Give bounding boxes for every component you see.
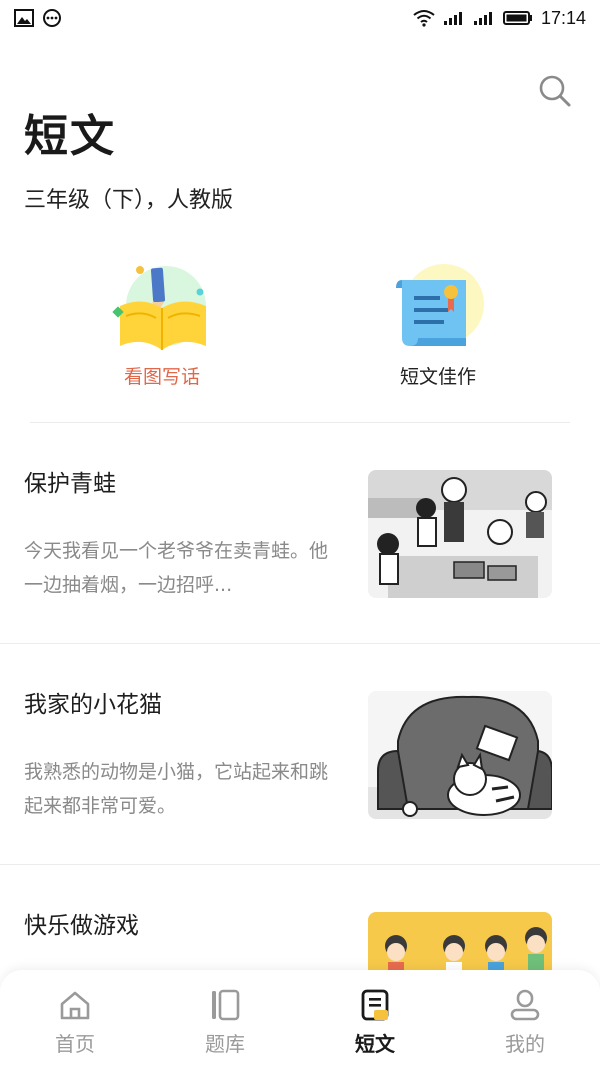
page-title: 短文 <box>24 111 116 162</box>
divider <box>0 643 600 644</box>
frog-market-illustration <box>368 470 552 598</box>
divider <box>0 864 600 865</box>
article-title: 我家的小花猫 <box>24 692 162 718</box>
article-title: 保护青蛙 <box>24 471 116 497</box>
category-picture-writing[interactable]: 看图写话 <box>102 262 222 389</box>
nav-label: 我的 <box>505 1032 545 1056</box>
nav-label: 题库 <box>205 1032 245 1056</box>
home-icon <box>60 991 90 1020</box>
nav-question-bank[interactable]: 题库 <box>150 970 300 1067</box>
article-item[interactable]: 我家的小花猫 我熟悉的动物是小猫，它站起来和跳起来都非常可爱。 <box>0 645 600 865</box>
signal-icon-1 <box>443 12 462 25</box>
article-excerpt: 我熟悉的动物是小猫，它站起来和跳起来都非常可爱。 <box>24 761 329 817</box>
article-item[interactable]: 保护青蛙 今天我看见一个老爷爷在卖青蛙。他一边抽着烟，一边招呼... <box>0 424 600 644</box>
question-bank-icon <box>212 989 240 1021</box>
category-label: 短文佳作 <box>399 366 476 388</box>
scroll-medal-icon <box>396 264 484 346</box>
article-thumbnail <box>368 691 552 819</box>
profile-icon <box>510 989 540 1021</box>
nav-label: 短文 <box>355 1032 395 1056</box>
category-label: 看图写话 <box>123 366 200 388</box>
grade-selector[interactable]: 三年级（下），人教版 <box>24 182 233 214</box>
image-notification-icon <box>14 9 34 27</box>
divider <box>30 422 570 423</box>
essay-icon <box>361 989 389 1021</box>
more-notification-icon <box>43 9 61 27</box>
cat-on-sofa-illustration <box>368 691 552 819</box>
battery-icon <box>502 11 532 25</box>
article-thumbnail <box>368 470 552 598</box>
article-title: 快乐做游戏 <box>24 913 139 939</box>
category-essay-works[interactable]: 短文佳作 <box>378 262 498 389</box>
status-right: 17:14 <box>413 8 586 29</box>
nav-label: 首页 <box>55 1032 95 1056</box>
nav-profile[interactable]: 我的 <box>450 970 600 1067</box>
status-bar: 17:14 <box>0 0 600 36</box>
wifi-icon <box>413 10 435 27</box>
article-excerpt: 今天我看见一个老爷爷在卖青蛙。他一边抽着烟，一边招呼... <box>24 540 329 596</box>
book-pencil-icon <box>112 266 206 350</box>
status-time: 17:14 <box>540 7 586 28</box>
nav-home[interactable]: 首页 <box>0 970 150 1067</box>
status-left <box>14 8 62 28</box>
search-icon <box>539 75 571 107</box>
search-button[interactable] <box>538 74 572 108</box>
nav-essay[interactable]: 短文 <box>300 970 450 1067</box>
bottom-nav: 首页 题库 短文 我的 <box>0 970 600 1067</box>
signal-icon-2 <box>473 12 492 25</box>
